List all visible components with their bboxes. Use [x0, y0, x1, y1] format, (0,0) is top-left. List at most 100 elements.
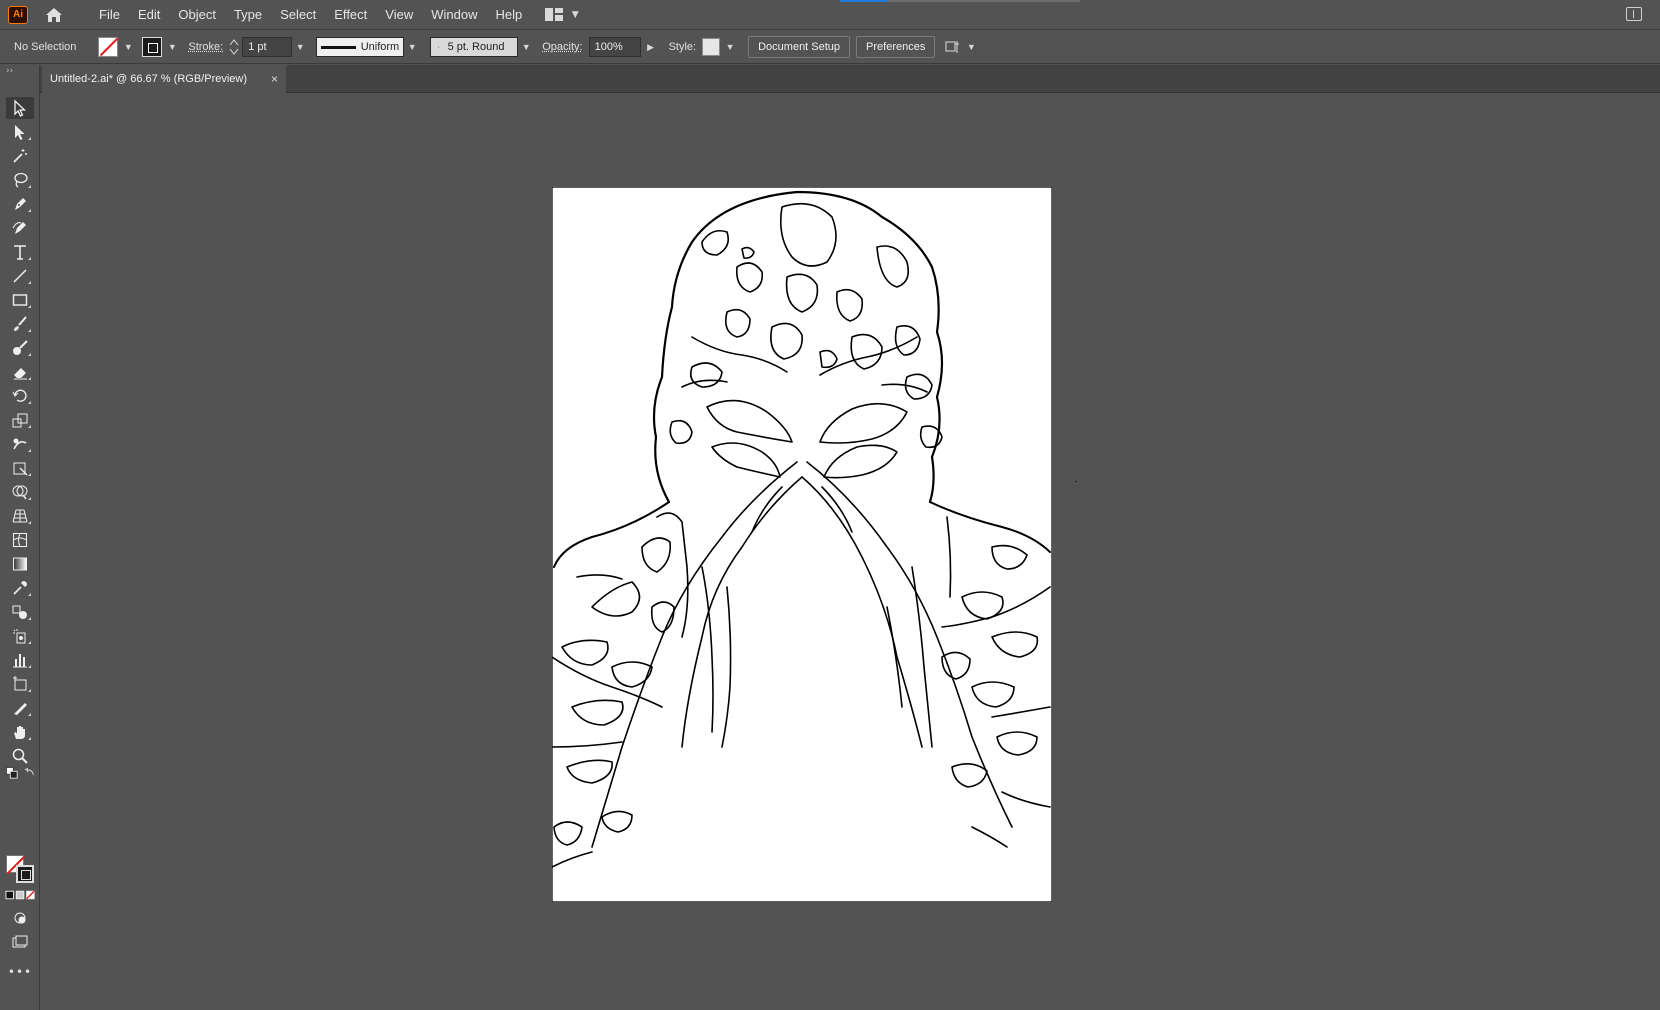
screen-mode-button[interactable] — [6, 931, 34, 953]
main-menu: File Edit Object Type Select Effect View… — [90, 0, 531, 30]
style-label: Style: — [668, 41, 697, 53]
document-tabs: Untitled-2.ai* @ 66.67 % (RGB/Preview) × — [40, 65, 1660, 93]
eyedropper-icon — [13, 581, 27, 595]
magic-wand-icon — [13, 149, 27, 163]
artboard[interactable] — [552, 187, 1052, 902]
lasso-tool[interactable] — [6, 169, 34, 191]
blend-icon — [12, 605, 27, 619]
column-graph-tool[interactable] — [6, 649, 34, 671]
type-tool[interactable] — [6, 241, 34, 263]
eyedropper-tool[interactable] — [6, 577, 34, 599]
menu-select[interactable]: Select — [271, 0, 325, 30]
app-logo: Ai — [8, 5, 28, 24]
direct-selection-arrow-icon — [15, 125, 25, 140]
document-setup-button[interactable]: Document Setup — [748, 36, 851, 58]
rotate-tool[interactable] — [6, 385, 34, 407]
brush-definition-label: 5 pt. Round — [447, 41, 505, 53]
preferences-button[interactable]: Preferences — [856, 36, 936, 58]
paintbrush-tool[interactable] — [6, 313, 34, 335]
curvature-tool[interactable] — [6, 217, 34, 239]
stroke-dropdown-icon[interactable]: ▼ — [166, 41, 178, 53]
shape-builder-tool[interactable] — [6, 481, 34, 503]
screen-mode-icon — [12, 935, 28, 948]
eraser-tool[interactable] — [6, 361, 34, 383]
hand-tool[interactable] — [6, 721, 34, 743]
warp-icon — [13, 438, 27, 450]
profile-dropdown-icon[interactable]: ▼ — [406, 41, 418, 53]
slice-tool[interactable] — [6, 697, 34, 719]
direct-selection-tool[interactable] — [6, 121, 34, 143]
selection-status: No Selection — [14, 41, 77, 53]
style-dropdown-icon[interactable]: ▼ — [724, 41, 736, 53]
arrange-documents-icon[interactable] — [945, 39, 961, 55]
menu-help[interactable]: Help — [486, 0, 531, 30]
gradient-tool[interactable] — [6, 553, 34, 575]
draw-mode-icon — [14, 912, 26, 924]
stray-anchor-point[interactable] — [1075, 481, 1077, 482]
menu-edit[interactable]: Edit — [129, 0, 169, 30]
free-transform-tool[interactable] — [6, 457, 34, 479]
symbol-sprayer-icon — [13, 629, 26, 644]
blend-tool[interactable] — [6, 601, 34, 623]
menu-file[interactable]: File — [90, 0, 129, 30]
zoom-tool[interactable] — [6, 745, 34, 767]
panel-collapse-icon[interactable]: ›› — [6, 66, 13, 76]
chevron-right-icon[interactable]: ▶ — [645, 41, 657, 53]
stroke-weight-dropdown-icon[interactable]: ▼ — [294, 41, 306, 53]
color-mode-buttons[interactable] — [4, 889, 38, 901]
scale-tool[interactable] — [6, 409, 34, 431]
menu-window[interactable]: Window — [422, 0, 486, 30]
line-segment-tool[interactable] — [6, 265, 34, 287]
menu-view[interactable]: View — [376, 0, 422, 30]
document-tab[interactable]: Untitled-2.ai* @ 66.67 % (RGB/Preview) × — [42, 65, 286, 93]
gradient-icon — [13, 557, 27, 571]
stroke-swatch[interactable] — [142, 37, 163, 57]
workspace-switcher[interactable]: ▼ — [545, 8, 581, 21]
stroke-label[interactable]: Stroke: — [188, 41, 223, 53]
document-tab-title: Untitled-2.ai* @ 66.67 % (RGB/Preview) — [50, 73, 248, 85]
graphic-style-swatch[interactable] — [702, 38, 721, 56]
menu-effect[interactable]: Effect — [325, 0, 376, 30]
mesh-tool[interactable] — [6, 529, 34, 551]
fill-stroke-indicator[interactable] — [6, 855, 36, 885]
opacity-field[interactable] — [588, 37, 641, 57]
variable-width-profile[interactable]: Uniform — [316, 37, 405, 57]
pen-nib-icon — [15, 198, 26, 210]
fill-swatch[interactable] — [98, 37, 119, 57]
selection-tool[interactable] — [6, 97, 34, 119]
blob-brush-tool[interactable] — [6, 337, 34, 359]
rectangle-tool[interactable] — [6, 289, 34, 311]
artboard-icon — [13, 676, 27, 691]
eraser-icon — [14, 368, 27, 380]
control-bar: No Selection ▼ ▼ Stroke: ▼ Uniform ▼ · 5… — [0, 31, 1660, 64]
brush-definition[interactable]: · 5 pt. Round — [430, 37, 519, 57]
swap-colors-button[interactable] — [22, 765, 38, 781]
pen-tool[interactable] — [6, 193, 34, 215]
warp-tool[interactable] — [6, 433, 34, 455]
column-graph-icon — [13, 654, 27, 668]
close-tab-button[interactable]: × — [271, 72, 278, 86]
opacity-label[interactable]: Opacity: — [542, 41, 582, 53]
panel-layout-icon[interactable] — [1626, 7, 1642, 21]
stroke-weight-field[interactable] — [242, 37, 293, 57]
perspective-grid-tool[interactable] — [6, 505, 34, 527]
stroke-black-swatch[interactable] — [16, 865, 34, 883]
brush-dropdown-icon[interactable]: ▼ — [520, 41, 532, 53]
symbol-sprayer-tool[interactable] — [6, 625, 34, 647]
swap-arrows-icon — [24, 768, 34, 775]
home-button[interactable] — [42, 3, 66, 27]
edit-toolbar-button[interactable]: ••• — [6, 961, 34, 983]
artboard-tool[interactable] — [6, 673, 34, 695]
fill-dropdown-icon[interactable]: ▼ — [122, 41, 134, 53]
draw-mode-button[interactable] — [6, 907, 34, 929]
stepper-icon[interactable] — [229, 38, 239, 56]
default-colors-button[interactable] — [4, 765, 20, 781]
arrange-dropdown-icon[interactable]: ▼ — [965, 41, 977, 53]
shape-builder-icon — [12, 485, 28, 500]
line-segment-icon — [13, 269, 27, 283]
magic-wand-tool[interactable] — [6, 145, 34, 167]
blob-brush-icon — [13, 340, 28, 355]
menu-object[interactable]: Object — [169, 0, 225, 30]
menu-type[interactable]: Type — [225, 0, 271, 30]
canvas-area[interactable] — [41, 94, 1660, 1010]
